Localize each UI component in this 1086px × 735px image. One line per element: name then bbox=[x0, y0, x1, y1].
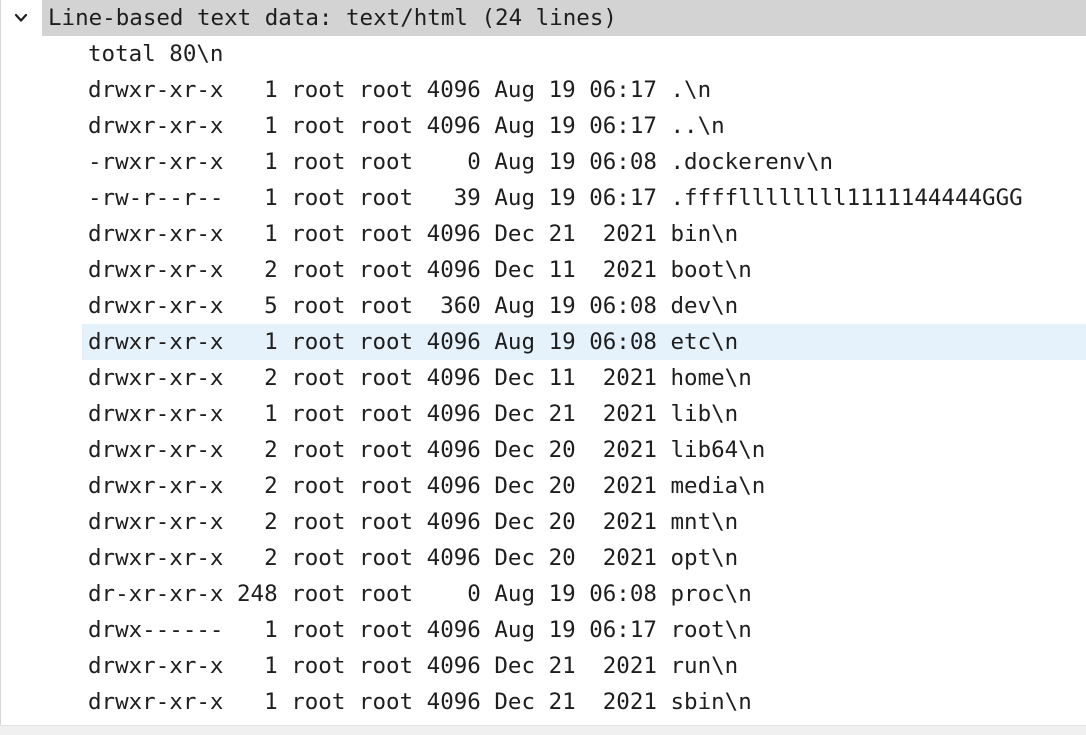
text-line-content: drwxr-xr-x 2 root root 4096 Dec 11 2021 … bbox=[88, 257, 752, 283]
text-line[interactable]: total 80\n bbox=[0, 36, 1086, 72]
text-line-content: drwxr-xr-x 1 root root 4096 Dec 21 2021 … bbox=[88, 401, 739, 427]
text-line[interactable]: drwxr-xr-x 2 root root 4096 Dec 20 2021 … bbox=[0, 432, 1086, 468]
text-line[interactable]: drwxr-xr-x 2 root root 4096 Dec 20 2021 … bbox=[0, 540, 1086, 576]
tree-node-label-bar[interactable]: Line-based text data: text/html (24 line… bbox=[42, 0, 1086, 36]
text-line-content: drwxr-xr-x 2 root root 4096 Dec 20 2021 … bbox=[88, 473, 766, 499]
text-line-content: drwxr-xr-x 1 root root 4096 Dec 21 2021 … bbox=[88, 221, 739, 247]
text-line[interactable]: drwxr-xr-x 1 root root 4096 Dec 21 2021 … bbox=[0, 684, 1086, 720]
text-line-content: drwx------ 1 root root 4096 Aug 19 06:17… bbox=[88, 617, 752, 643]
text-line-content: -rwxr-xr-x 1 root root 0 Aug 19 06:08 .d… bbox=[88, 149, 834, 175]
text-line[interactable]: drwxr-xr-x 1 root root 4096 Dec 21 2021 … bbox=[0, 648, 1086, 684]
text-line-content: dr-xr-xr-x 248 root root 0 Aug 19 06:08 … bbox=[88, 581, 752, 607]
text-line[interactable]: drwxr-xr-x 2 root root 4096 Dec 11 2021 … bbox=[0, 360, 1086, 396]
text-lines-list: total 80\n drwxr-xr-x 1 root root 4096 Au… bbox=[0, 36, 1086, 720]
text-line-content: total 80\n bbox=[88, 41, 224, 67]
text-line-content: drwxr-xr-x 1 root root 4096 Aug 19 06:08… bbox=[88, 329, 739, 355]
text-line[interactable]: drwx------ 1 root root 4096 Aug 19 06:17… bbox=[0, 612, 1086, 648]
tree-node-header[interactable]: Line-based text data: text/html (24 line… bbox=[0, 0, 1086, 36]
text-line[interactable]: drwxr-xr-x 1 root root 4096 Aug 19 06:08… bbox=[0, 324, 1086, 360]
text-line[interactable]: drwxr-xr-x 1 root root 4096 Dec 21 2021 … bbox=[0, 396, 1086, 432]
text-line[interactable]: drwxr-xr-x 1 root root 4096 Aug 19 06:17… bbox=[0, 72, 1086, 108]
text-line-content: drwxr-xr-x 1 root root 4096 Dec 21 2021 … bbox=[88, 689, 752, 715]
text-line-content: drwxr-xr-x 1 root root 4096 Aug 19 06:17… bbox=[88, 113, 725, 139]
text-line-content: drwxr-xr-x 5 root root 360 Aug 19 06:08 … bbox=[88, 293, 739, 319]
tree-node-title: Line-based text data: text/html (24 line… bbox=[48, 5, 617, 31]
text-line-content: -rw-r--r-- 1 root root 39 Aug 19 06:17 .… bbox=[88, 185, 1023, 211]
text-line-content: drwxr-xr-x 2 root root 4096 Dec 20 2021 … bbox=[88, 437, 766, 463]
chevron-down-icon[interactable] bbox=[14, 13, 28, 23]
text-line[interactable]: drwxr-xr-x 1 root root 4096 Aug 19 06:17… bbox=[0, 108, 1086, 144]
text-line[interactable]: drwxr-xr-x 2 root root 4096 Dec 11 2021 … bbox=[0, 252, 1086, 288]
text-line[interactable]: drwxr-xr-x 2 root root 4096 Dec 20 2021 … bbox=[0, 468, 1086, 504]
text-line-content: drwxr-xr-x 2 root root 4096 Dec 20 2021 … bbox=[88, 545, 739, 571]
expand-toggle[interactable] bbox=[0, 0, 42, 36]
text-line[interactable]: -rwxr-xr-x 1 root root 0 Aug 19 06:08 .d… bbox=[0, 144, 1086, 180]
text-line-content: drwxr-xr-x 1 root root 4096 Aug 19 06:17… bbox=[88, 77, 712, 103]
text-line-content: drwxr-xr-x 2 root root 4096 Dec 11 2021 … bbox=[88, 365, 752, 391]
text-line-content: drwxr-xr-x 2 root root 4096 Dec 20 2021 … bbox=[88, 509, 739, 535]
text-line[interactable]: dr-xr-xr-x 248 root root 0 Aug 19 06:08 … bbox=[0, 576, 1086, 612]
text-line[interactable]: -rw-r--r-- 1 root root 39 Aug 19 06:17 .… bbox=[0, 180, 1086, 216]
text-line-content: drwxr-xr-x 1 root root 4096 Dec 21 2021 … bbox=[88, 653, 739, 679]
text-line[interactable]: drwxr-xr-x 1 root root 4096 Dec 21 2021 … bbox=[0, 216, 1086, 252]
text-line[interactable]: drwxr-xr-x 2 root root 4096 Dec 20 2021 … bbox=[0, 504, 1086, 540]
packet-detail-pane: Line-based text data: text/html (24 line… bbox=[0, 0, 1086, 735]
horizontal-scrollbar[interactable] bbox=[0, 725, 1086, 735]
text-line[interactable]: drwxr-xr-x 5 root root 360 Aug 19 06:08 … bbox=[0, 288, 1086, 324]
